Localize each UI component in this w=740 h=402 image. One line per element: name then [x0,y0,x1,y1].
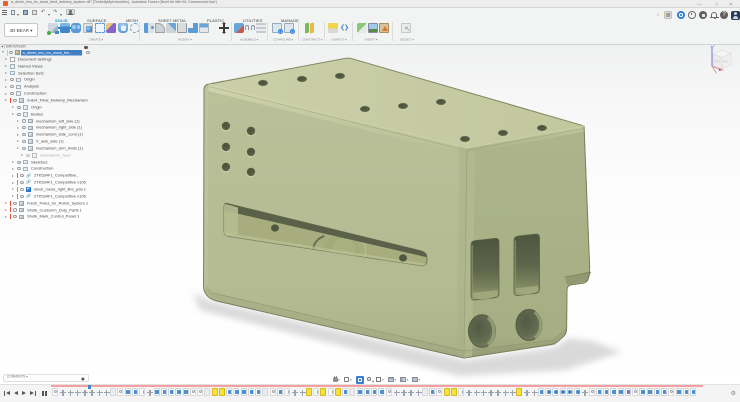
svg-text:RIG: RIG [724,60,729,64]
svg-text:FRO: FRO [714,60,719,64]
